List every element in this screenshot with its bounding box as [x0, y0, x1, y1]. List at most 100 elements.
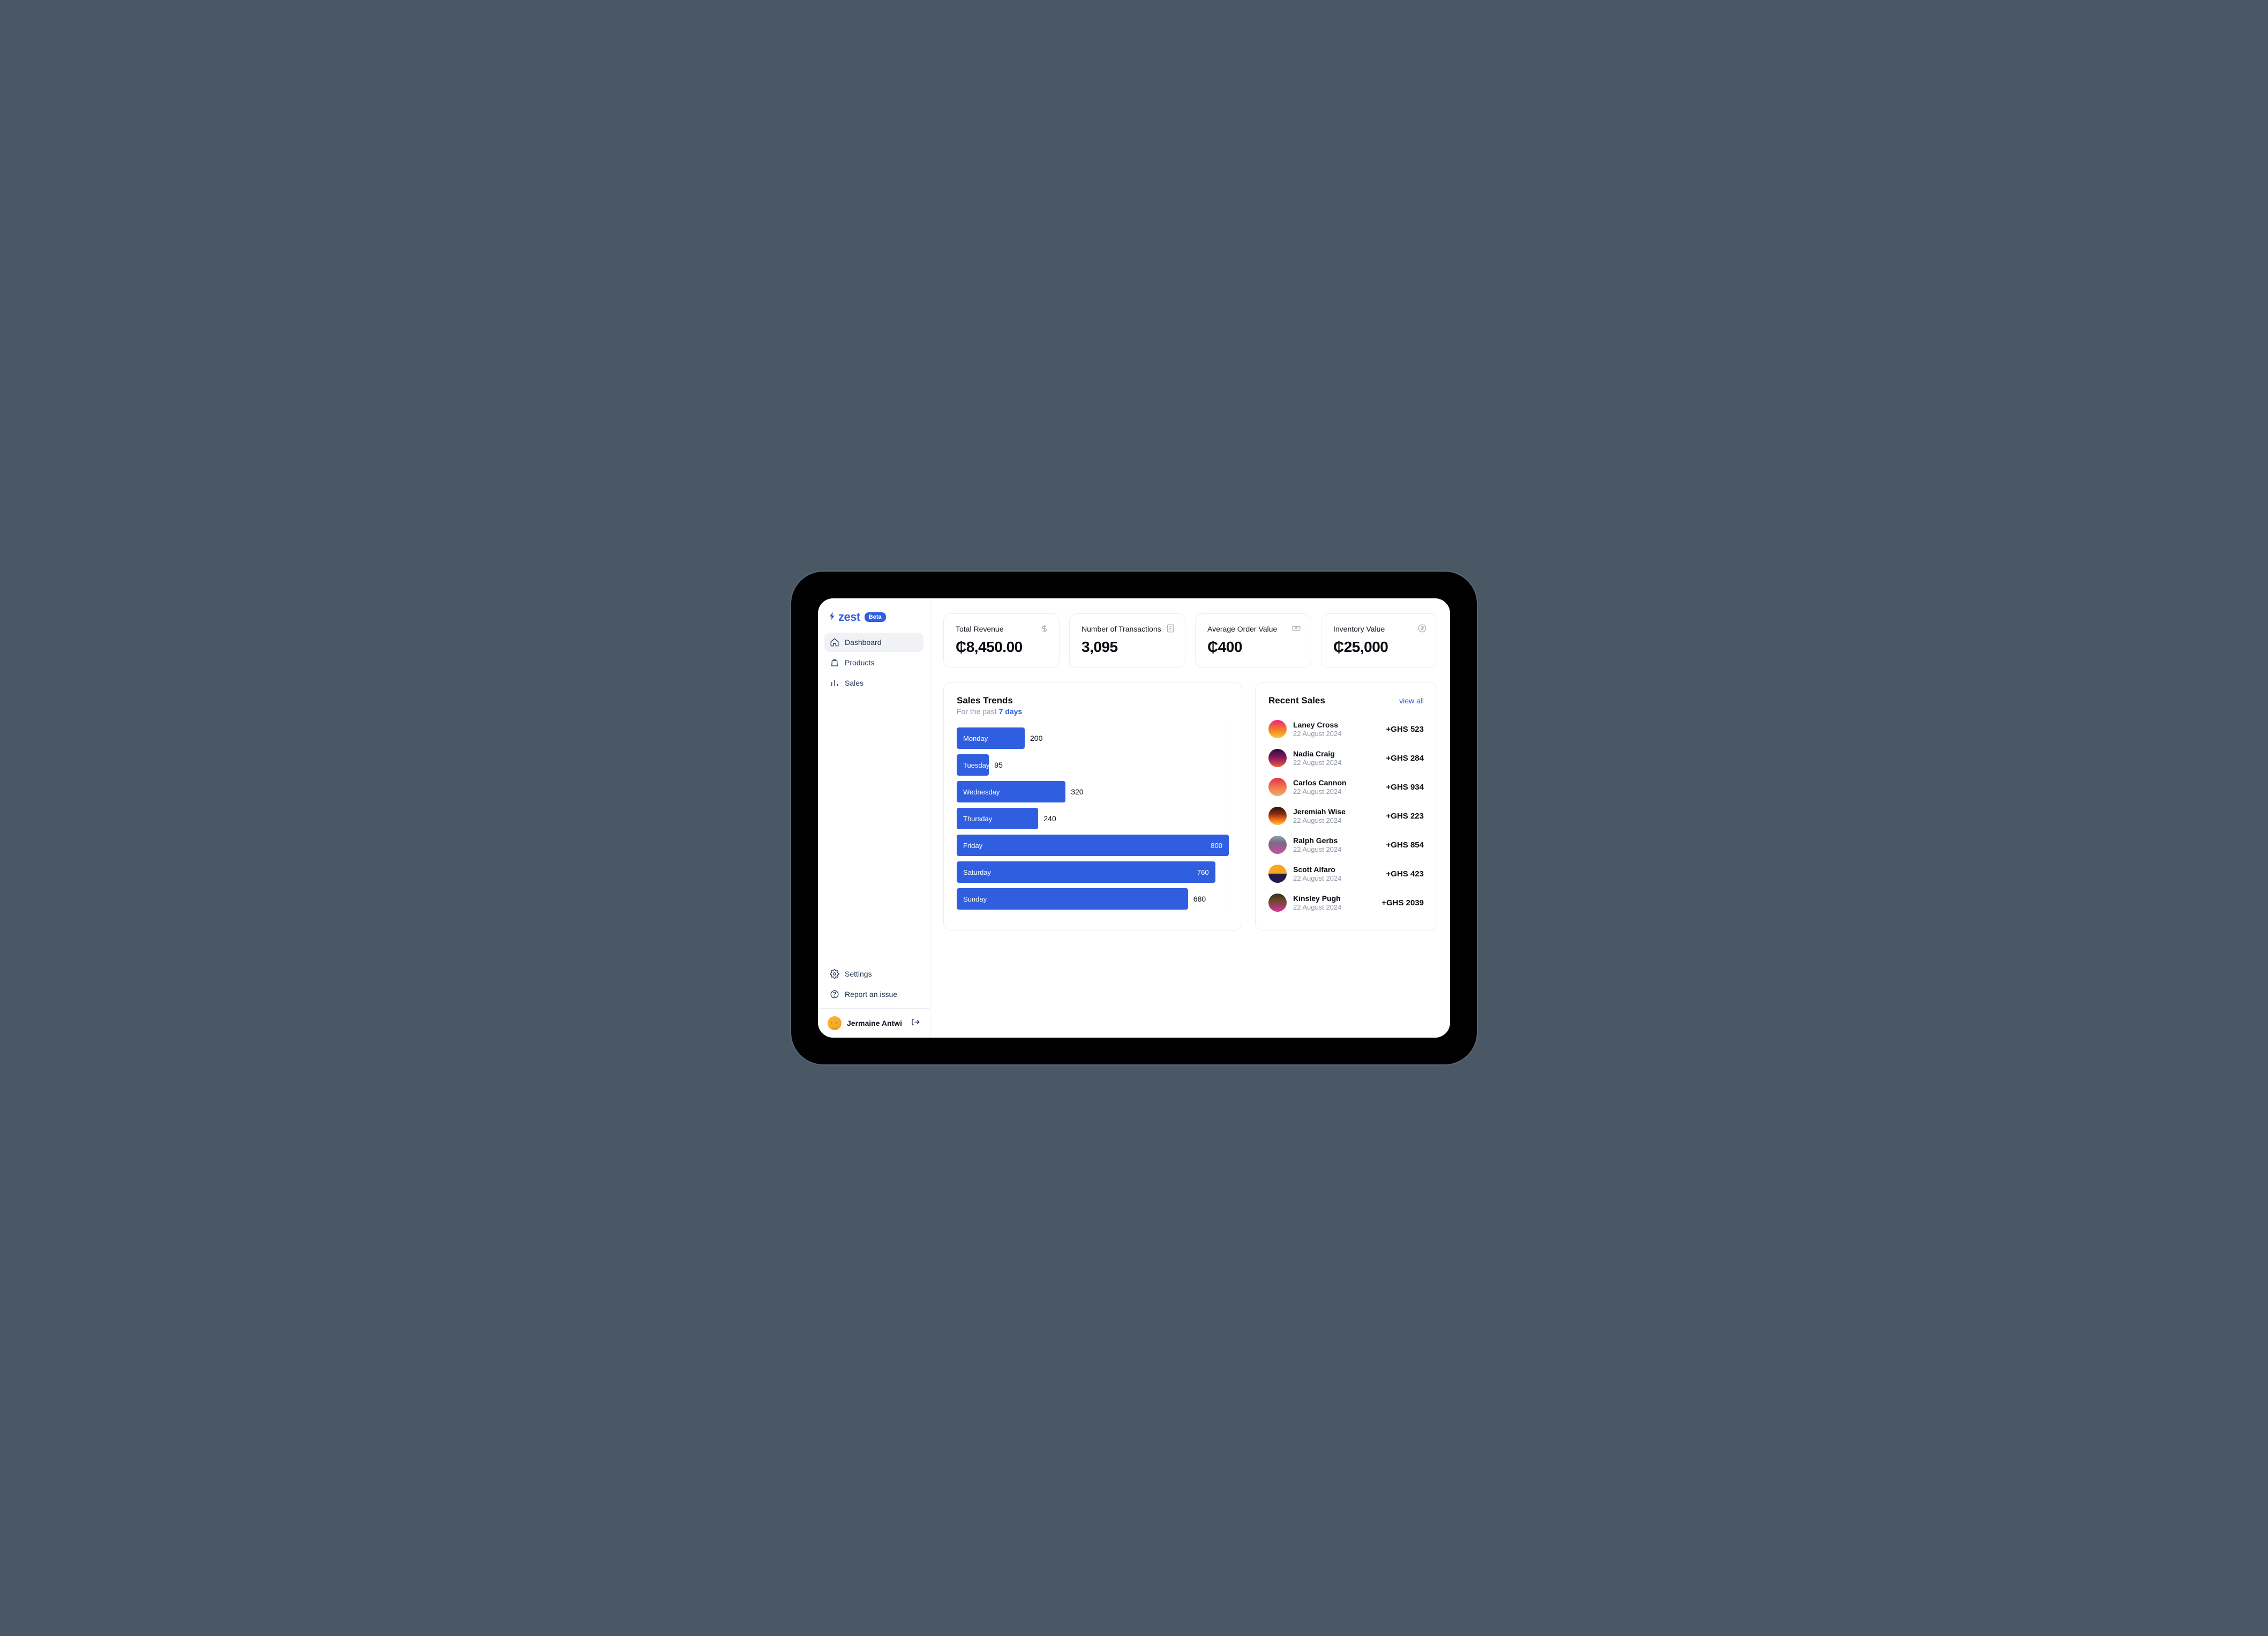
brand-row: zest Beta — [824, 608, 923, 633]
bar-row: Tuesday 95 — [957, 754, 1229, 776]
sidebar-item-label: Dashboard — [845, 638, 882, 647]
metric-label: Average Order Value — [1207, 625, 1299, 633]
bar-category: Wednesday — [963, 788, 1000, 796]
user-row[interactable]: Jermaine Antwi — [818, 1008, 930, 1038]
middle-row: Sales Trends For the past 7 days Monday2… — [943, 682, 1437, 930]
bar-value: 320 — [1071, 787, 1083, 796]
logout-icon[interactable] — [911, 1017, 920, 1030]
sale-date: 22 August 2024 — [1293, 759, 1380, 767]
sale-name: Jeremiah Wise — [1293, 807, 1380, 816]
brand-name: zest — [838, 610, 860, 624]
sale-name: Laney Cross — [1293, 721, 1380, 729]
metric-value: ₵400 — [1207, 639, 1299, 656]
sidebar-item-settings[interactable]: Settings — [824, 964, 923, 984]
bolt-icon — [828, 611, 837, 624]
sidebar-item-sales[interactable]: Sales — [824, 673, 923, 693]
bar[interactable]: Friday 800 — [957, 835, 1229, 856]
sale-amount: +GHS 284 — [1386, 754, 1424, 763]
sale-name: Scott Alfaro — [1293, 865, 1380, 874]
bar-value: 95 — [994, 761, 1003, 769]
bar[interactable]: Tuesday — [957, 754, 989, 776]
app-screen: zest Beta Dashboard Products Sales Setting… — [818, 598, 1450, 1038]
metric-value: ₵8,450.00 — [956, 639, 1047, 656]
metric-value: 3,095 — [1082, 639, 1173, 656]
sale-avatar — [1268, 865, 1287, 883]
bar[interactable]: Saturday760 — [957, 861, 1215, 883]
sales-trends-card: Sales Trends For the past 7 days Monday2… — [943, 682, 1242, 930]
sale-name: Ralph Gerbs — [1293, 836, 1380, 845]
sale-date: 22 August 2024 — [1293, 845, 1380, 853]
sale-amount: +GHS 423 — [1386, 869, 1424, 879]
sales-bars: Monday 200 Tuesday 95 Wednesday 320 Thursday 24… — [957, 727, 1229, 910]
sidebar-item-report-an-issue[interactable]: Report an issue — [824, 985, 923, 1004]
main-content: Total Revenue₵8,450.00Number of Transact… — [930, 598, 1450, 1038]
bar[interactable]: Sunday — [957, 888, 1188, 910]
coin-icon — [1417, 624, 1427, 633]
sale-amount: +GHS 934 — [1386, 783, 1424, 792]
bar-row: Saturday760 — [957, 861, 1229, 883]
sale-row[interactable]: Nadia Craig22 August 2024 +GHS 284 — [1268, 744, 1424, 772]
sale-info: Jeremiah Wise22 August 2024 — [1293, 807, 1380, 824]
bar-value: 240 — [1043, 814, 1056, 823]
bar-value: 800 — [1211, 842, 1222, 850]
bar-category: Saturday — [963, 868, 991, 876]
sale-row[interactable]: Jeremiah Wise22 August 2024+GHS 223 — [1268, 801, 1424, 830]
bar-row: Sunday 680 — [957, 888, 1229, 910]
recent-sales-card: Recent Sales view all Laney Cross22 Augu… — [1255, 682, 1437, 930]
sidebar-bottom: Settings Report an issue — [824, 964, 923, 1004]
sale-date: 22 August 2024 — [1293, 816, 1380, 824]
banknote-icon — [1291, 624, 1301, 633]
bar-category: Monday — [963, 734, 988, 742]
sales-trends-title: Sales Trends — [957, 695, 1229, 706]
bar-value: 680 — [1193, 895, 1206, 903]
sale-info: Carlos Cannon22 August 2024 — [1293, 778, 1380, 796]
dollar-icon — [1040, 624, 1049, 633]
sidebar-item-label: Products — [845, 658, 874, 667]
recent-sales-header: Recent Sales view all — [1268, 695, 1424, 706]
sale-name: Kinsley Pugh — [1293, 894, 1375, 903]
user-name: Jermaine Antwi — [847, 1019, 905, 1027]
metric-card: Number of Transactions3,095 — [1069, 613, 1185, 668]
bar-category: Sunday — [963, 895, 987, 903]
sale-date: 22 August 2024 — [1293, 730, 1380, 738]
metric-value: ₵25,000 — [1333, 639, 1425, 656]
bar-category: Tuesday — [963, 761, 989, 769]
sale-amount: +GHS 854 — [1386, 840, 1424, 850]
bar-value: 200 — [1030, 734, 1042, 742]
home-icon — [830, 637, 839, 647]
sale-info: Ralph Gerbs22 August 2024 — [1293, 836, 1380, 853]
bar[interactable]: Monday — [957, 727, 1025, 749]
sale-row[interactable]: Laney Cross22 August 2024 +GHS 523 — [1268, 715, 1424, 744]
bar-row: Thursday 240 — [957, 808, 1229, 829]
brand-logo: zest — [828, 610, 860, 624]
bar[interactable]: Wednesday — [957, 781, 1065, 802]
sale-avatar — [1268, 749, 1287, 767]
bar-category: Thursday — [963, 815, 992, 823]
sale-row[interactable]: Ralph Gerbs22 August 2024 +GHS 854 — [1268, 830, 1424, 859]
sale-avatar — [1268, 836, 1287, 854]
bar[interactable]: Thursday — [957, 808, 1038, 829]
sale-row[interactable]: Kinsley Pugh22 August 2024 +GHS 2039 — [1268, 888, 1424, 917]
sidebar-item-label: Settings — [845, 970, 872, 978]
sale-date: 22 August 2024 — [1293, 787, 1380, 796]
sale-amount: +GHS 2039 — [1381, 898, 1424, 907]
sale-row[interactable]: Carlos Cannon22 August 2024 +GHS 934 — [1268, 772, 1424, 801]
sale-row[interactable]: Scott Alfaro22 August 2024+GHS 423 — [1268, 859, 1424, 888]
sale-info: Laney Cross22 August 2024 — [1293, 721, 1380, 738]
sale-info: Kinsley Pugh22 August 2024 — [1293, 894, 1375, 911]
sale-date: 22 August 2024 — [1293, 903, 1375, 911]
sale-amount: +GHS 523 — [1386, 725, 1424, 734]
sidebar-item-label: Sales — [845, 679, 863, 687]
sale-name: Carlos Cannon — [1293, 778, 1380, 787]
sidebar: zest Beta Dashboard Products Sales Setting… — [818, 598, 930, 1038]
sidebar-item-products[interactable]: Products — [824, 653, 923, 672]
recent-sales-list: Laney Cross22 August 2024+GHS 523Nadia C… — [1268, 715, 1424, 917]
metrics-row: Total Revenue₵8,450.00Number of Transact… — [943, 613, 1437, 668]
receipt-icon — [1166, 624, 1175, 633]
bar-row: Friday 800 — [957, 835, 1229, 856]
beta-badge: Beta — [865, 612, 886, 622]
bar-category: Friday — [963, 842, 982, 850]
sale-name: Nadia Craig — [1293, 749, 1380, 758]
view-all-link[interactable]: view all — [1399, 696, 1424, 705]
sidebar-item-dashboard[interactable]: Dashboard — [824, 633, 923, 652]
